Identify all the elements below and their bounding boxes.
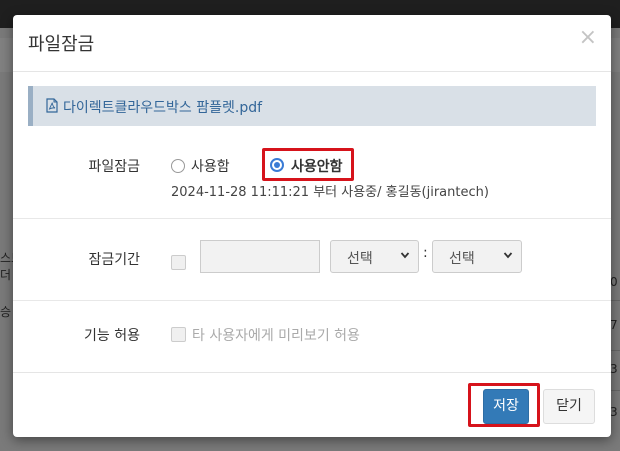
hour-select-value: 선택 (347, 251, 373, 267)
section-divider (13, 300, 611, 301)
lock-period-checkbox[interactable] (171, 255, 186, 270)
close-icon[interactable]: × (579, 27, 597, 49)
file-lock-dialog: 파일잠금 × 다이렉트클라우드박스 팜플렛.pdf 파일잠금 사용함 사용안함 … (13, 15, 611, 437)
close-button[interactable]: 닫기 (543, 389, 595, 424)
chevron-down-icon (400, 252, 410, 259)
radio-use-label[interactable]: 사용함 (191, 156, 230, 176)
minute-select[interactable]: 선택 (432, 240, 522, 273)
radio-unused[interactable] (270, 158, 284, 172)
preview-permission-label: 타 사용자에게 미리보기 허용 (192, 328, 360, 344)
chevron-down-icon (503, 252, 513, 259)
preview-permission-checkbox[interactable] (171, 327, 186, 342)
lock-period-date-input[interactable] (200, 240, 320, 273)
permission-label: 기능 허용 (84, 328, 140, 344)
background-table-cell: 3 (610, 405, 618, 419)
hour-select[interactable]: 선택 (330, 240, 419, 273)
background-sidebar-text: 승 (0, 305, 12, 319)
file-info-banner: 다이렉트클라우드박스 팜플렛.pdf (28, 86, 596, 126)
dialog-header: 파일잠금 × (13, 15, 611, 72)
background-table-cell: 0 (610, 275, 618, 289)
time-separator: : (423, 245, 428, 261)
dialog-footer-divider (13, 372, 611, 373)
dialog-title: 파일잠금 (28, 34, 95, 55)
file-lock-label: 파일잠금 (88, 159, 140, 175)
section-divider (13, 218, 611, 219)
background-table-cell: 7 (610, 318, 618, 332)
background-sidebar-text: 더 (0, 268, 12, 282)
background-table-cell: 3 (610, 362, 618, 376)
lock-status-info: 2024-11-28 11:11:21 부터 사용중/ 홍길동(jirantec… (171, 185, 489, 200)
lock-period-label: 잠금기간 (88, 252, 140, 268)
radio-unused-label[interactable]: 사용안함 (291, 156, 343, 176)
minute-select-value: 선택 (449, 251, 475, 267)
save-button[interactable]: 저장 (483, 389, 529, 424)
radio-use[interactable] (171, 159, 185, 173)
file-name-link[interactable]: 다이렉트클라우드박스 팜플렛.pdf (63, 97, 262, 117)
pdf-file-icon (46, 98, 58, 113)
